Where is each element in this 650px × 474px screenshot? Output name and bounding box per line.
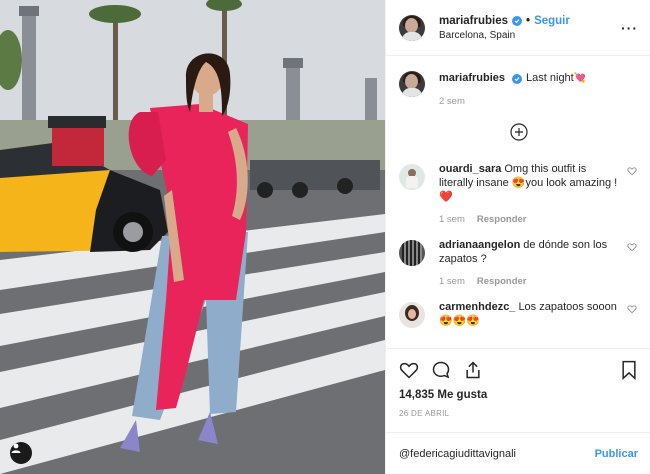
user-tag-icon[interactable] — [10, 442, 32, 464]
publish-button[interactable]: Publicar — [595, 448, 638, 460]
caption-emoji: 💘 — [573, 73, 587, 84]
header-text: mariafrubies • Seguir Barcelona, Spain — [439, 15, 621, 41]
comment-body: adrianaangelon de dónde son los zapatos ?… — [439, 238, 620, 287]
caption-message: Last night — [526, 72, 574, 84]
separator: • — [526, 14, 531, 27]
comment-item: adrianaangelon de dónde son los zapatos ?… — [399, 238, 638, 287]
comment-username[interactable]: adrianaangelon — [439, 239, 520, 251]
heart-icon[interactable] — [399, 360, 419, 380]
header-name-row: mariafrubies • Seguir — [439, 15, 621, 27]
comment-time[interactable]: 1 sem — [439, 214, 465, 225]
avatar[interactable] — [399, 71, 425, 97]
bookmark-icon[interactable] — [620, 360, 638, 380]
comment-body: ouardi_sara Omg this outfit is literally … — [439, 162, 620, 225]
caption: mariafrubies Last night💘 2 sem — [399, 69, 638, 107]
follow-button[interactable]: Seguir — [534, 15, 570, 27]
heart-icon[interactable] — [626, 242, 638, 252]
comment-text: carmenhdezc_ Los zapatoos sooon 😍😍😍 — [439, 300, 620, 328]
comment-meta: 1 sem Responder — [439, 214, 620, 225]
caption-username[interactable]: mariafrubies — [439, 72, 505, 84]
post-date[interactable]: 26 DE ABRIL — [399, 409, 638, 418]
comment-icon[interactable] — [431, 360, 451, 380]
avatar[interactable] — [399, 240, 425, 266]
caption-text: mariafrubies Last night💘 — [439, 71, 638, 86]
comment-username[interactable]: ouardi_sara — [439, 163, 501, 175]
comment-input[interactable] — [399, 447, 595, 460]
more-options-icon[interactable]: ··· — [621, 21, 638, 35]
post-photo[interactable] — [0, 0, 385, 474]
comment-meta: 1 sem Responder — [439, 276, 620, 287]
comment-text: adrianaangelon de dónde son los zapatos ? — [439, 238, 620, 266]
username-link[interactable]: mariafrubies — [439, 15, 508, 27]
comment-text: ouardi_sara Omg this outfit is literally … — [439, 162, 620, 204]
avatar[interactable] — [399, 164, 425, 190]
post-actions: 14,835 Me gusta 26 DE ABRIL — [386, 348, 650, 418]
action-icons-row — [399, 357, 638, 383]
likes-count[interactable]: 14,835 Me gusta — [399, 389, 638, 401]
comment-item: carmenhdezc_ Los zapatoos sooon 😍😍😍 — [399, 300, 638, 328]
heart-icon[interactable] — [626, 166, 638, 176]
comment-body: carmenhdezc_ Los zapatoos sooon 😍😍😍 — [439, 300, 620, 328]
reply-button[interactable]: Responder — [477, 276, 527, 287]
comment-time[interactable]: 1 sem — [439, 276, 465, 287]
add-comment-bar: Publicar — [386, 432, 650, 474]
share-icon[interactable] — [463, 360, 483, 380]
heart-icon[interactable] — [626, 304, 638, 314]
reply-button[interactable]: Responder — [477, 214, 527, 225]
street-photo-illustration — [0, 0, 385, 474]
comments-list: mariafrubies Last night💘 2 sem ouardi_sa… — [386, 56, 650, 348]
avatar[interactable] — [399, 302, 425, 328]
post-side-panel: mariafrubies • Seguir Barcelona, Spain ·… — [385, 0, 650, 474]
avatar[interactable] — [399, 14, 425, 41]
load-more-comments-button[interactable] — [399, 123, 638, 141]
post-header: mariafrubies • Seguir Barcelona, Spain ·… — [386, 0, 650, 56]
location-link[interactable]: Barcelona, Spain — [439, 30, 621, 41]
verified-badge-icon — [512, 15, 523, 26]
caption-time[interactable]: 2 sem — [439, 96, 465, 107]
comment-username[interactable]: carmenhdezc_ — [439, 301, 515, 313]
instagram-post: mariafrubies • Seguir Barcelona, Spain ·… — [0, 0, 650, 474]
plus-circle-icon — [509, 123, 528, 141]
verified-badge-icon — [512, 74, 523, 84]
caption-meta: 2 sem — [439, 96, 638, 107]
comment-item: ouardi_sara Omg this outfit is literally … — [399, 162, 638, 225]
caption-body: mariafrubies Last night💘 2 sem — [439, 71, 638, 107]
